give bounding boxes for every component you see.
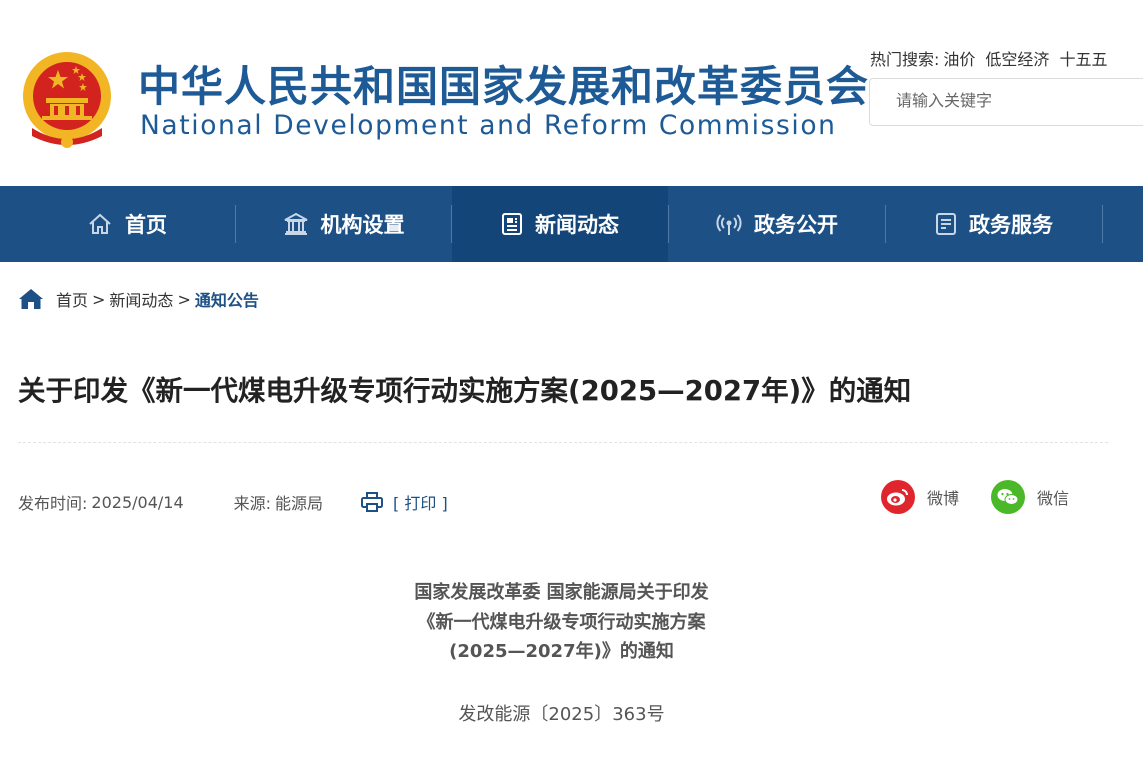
publish-date: 2025/04/14 [91,492,184,512]
hot-search-term-oil-price[interactable]: 油价 [943,50,975,69]
document-heading-line: 国家发展改革委 国家能源局关于印发 [414,582,709,603]
source-label: 来源: [233,494,272,513]
hot-search-term-low-altitude-economy[interactable]: 低空经济 [985,50,1049,69]
broadcast-icon [716,214,742,235]
hot-search-label: 热门搜索: [870,50,940,69]
document-heading: 国家发展改革委 国家能源局关于印发 《新一代煤电升级专项行动实施方案 (2025… [0,578,1123,667]
breadcrumb-news-link[interactable]: 新闻动态 [109,287,173,311]
hot-search-bar: 热门搜索: 油价 低空经济 十五五 [870,46,1117,70]
breadcrumb: 首页 > 新闻动态 > 通知公告 [18,287,259,311]
share-wechat-button[interactable]: 微信 [991,480,1069,514]
nav-item-government-services[interactable]: 政务服务 [886,186,1102,262]
document-heading-line: 《新一代煤电升级专项行动实施方案 [417,611,706,633]
printer-icon [361,492,384,512]
publish-label: 发布时间: [18,494,88,513]
nav-label-government-services: 政务服务 [969,213,1053,237]
main-nav: 首页 机构设置 新闻动态 政务公开 政务服务 [0,186,1143,262]
document-number: 发改能源〔2025〕363号 [458,704,665,725]
share-weibo-label: 微博 [927,489,960,508]
news-icon [502,213,522,235]
institution-icon [284,212,307,235]
search-input[interactable] [896,91,1136,110]
nav-item-home[interactable]: 首页 [19,186,235,262]
print-label: [ 打印 ] [393,494,448,513]
share-bar: 微博 微信 [881,480,1069,514]
share-wechat-label: 微信 [1037,489,1070,508]
search-box [869,78,1143,126]
breadcrumb-separator: > [92,289,106,309]
document-heading-line: (2025—2027年)》的通知 [449,641,674,662]
hot-search-term-15th-five-year[interactable]: 十五五 [1059,50,1107,69]
home-icon[interactable] [18,288,44,310]
national-emblem-logo[interactable] [18,50,116,152]
print-button[interactable]: [ 打印 ] [361,490,448,514]
article-title: 关于印发《新一代煤电升级专项行动实施方案(2025—2027年)》的通知 [18,375,912,407]
breadcrumb-separator: > [177,289,191,309]
nav-label-home: 首页 [125,213,167,237]
service-icon [936,213,956,235]
nav-item-news[interactable]: 新闻动态 [452,186,668,262]
nav-label-news: 新闻动态 [535,213,619,237]
title-divider [18,442,1108,443]
nav-item-government-affairs[interactable]: 政务公开 [669,186,885,262]
article-meta: 发布时间: 2025/04/14 来源: 能源局 [ 打印 ] [18,490,448,514]
share-weibo-button[interactable]: 微博 [881,480,959,514]
site-title-chinese: 中华人民共和国国家发展和改革委员会 [138,62,870,111]
wechat-icon [991,480,1026,514]
nav-label-government-affairs: 政务公开 [754,213,838,237]
nav-item-institutions[interactable]: 机构设置 [236,186,451,262]
home-icon [89,213,111,234]
source-value: 能源局 [275,494,324,513]
breadcrumb-current[interactable]: 通知公告 [195,287,259,311]
site-title-english: National Development and Reform Commissi… [140,110,837,141]
breadcrumb-home-link[interactable]: 首页 [56,287,88,311]
nav-divider [1102,205,1103,243]
nav-label-institutions: 机构设置 [320,213,405,237]
weibo-icon [881,480,915,514]
